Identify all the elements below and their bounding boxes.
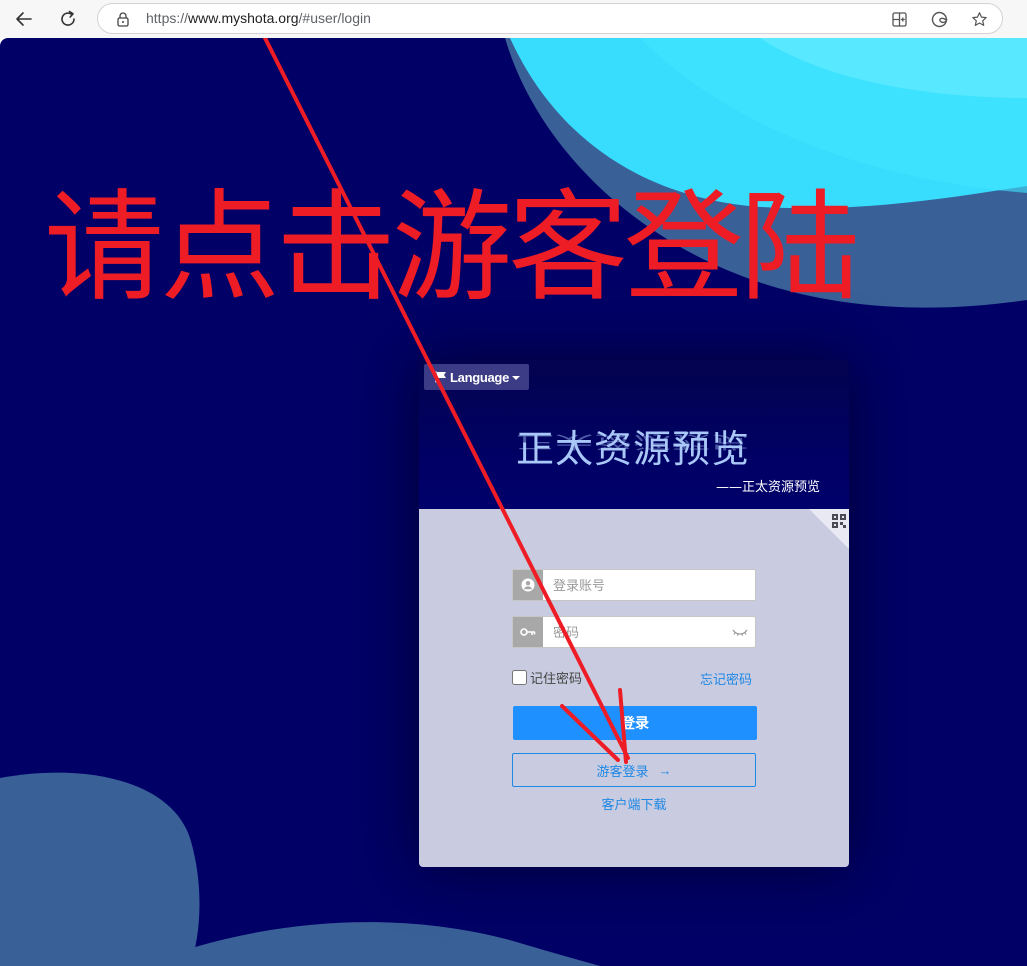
user-icon <box>513 570 543 600</box>
browser-toolbar: https://www.myshota.org/#user/login <box>0 0 1027 38</box>
reload-icon <box>61 10 75 26</box>
url-host: www.myshota.org <box>188 10 299 26</box>
edge-icon <box>931 11 948 27</box>
remember-label: 记住密码 <box>530 672 583 687</box>
language-label: Language <box>450 369 509 385</box>
key-icon <box>513 617 543 647</box>
guest-login-label: 游客登录 <box>596 763 649 779</box>
login-page: 请点击游客登陆 Language 正太资源预览 正太资源预览 ——正太资源预览 <box>0 38 1027 966</box>
caret-down-icon <box>512 376 520 380</box>
eye-closed-icon[interactable] <box>731 625 749 639</box>
split-screen-icon <box>891 11 907 27</box>
login-button[interactable]: 登录 <box>513 706 757 740</box>
lock-icon[interactable] <box>115 11 131 27</box>
brand-subtitle: ——正太资源预览 <box>716 480 821 495</box>
brand-title-reflection: 正太资源预览 <box>516 432 751 452</box>
reload-button[interactable] <box>54 5 82 33</box>
remember-checkbox[interactable] <box>512 670 527 685</box>
favorite-star-icon <box>971 11 987 26</box>
card-header: Language 正太资源预览 正太资源预览 ——正太资源预览 <box>419 360 849 509</box>
password-input[interactable] <box>553 617 733 647</box>
split-screen-button[interactable] <box>889 9 909 29</box>
password-field[interactable] <box>512 616 756 648</box>
username-input[interactable] <box>553 570 733 600</box>
url-path: /#user/login <box>298 10 371 26</box>
card-body: 记住密码 忘记密码 登录 游客登录 → 客户端下载 <box>419 509 849 867</box>
edge-button[interactable] <box>929 9 949 29</box>
username-field[interactable] <box>512 569 756 601</box>
login-card: Language 正太资源预览 正太资源预览 ——正太资源预览 登录账号 记住密… <box>419 360 849 867</box>
back-button[interactable] <box>10 5 38 33</box>
forgot-password-link[interactable]: 忘记密码 <box>700 669 752 688</box>
back-icon <box>16 12 32 26</box>
url-prefix: https:// <box>146 10 189 26</box>
favorite-button[interactable] <box>969 9 989 29</box>
qr-code-icon[interactable] <box>809 509 849 549</box>
language-dropdown[interactable]: Language <box>424 364 529 390</box>
url-text[interactable]: https://www.myshota.org/#user/login <box>146 10 371 26</box>
client-download-link[interactable]: 客户端下载 <box>419 794 849 813</box>
address-bar[interactable]: https://www.myshota.org/#user/login <box>97 3 1003 34</box>
arrow-right-icon: → <box>658 762 672 778</box>
flag-icon <box>435 371 446 383</box>
remember-password[interactable]: 记住密码 <box>512 668 582 687</box>
guest-login-button[interactable]: 游客登录 → <box>512 753 756 787</box>
instruction-overlay-text: 请点击游客登陆 <box>44 179 860 318</box>
